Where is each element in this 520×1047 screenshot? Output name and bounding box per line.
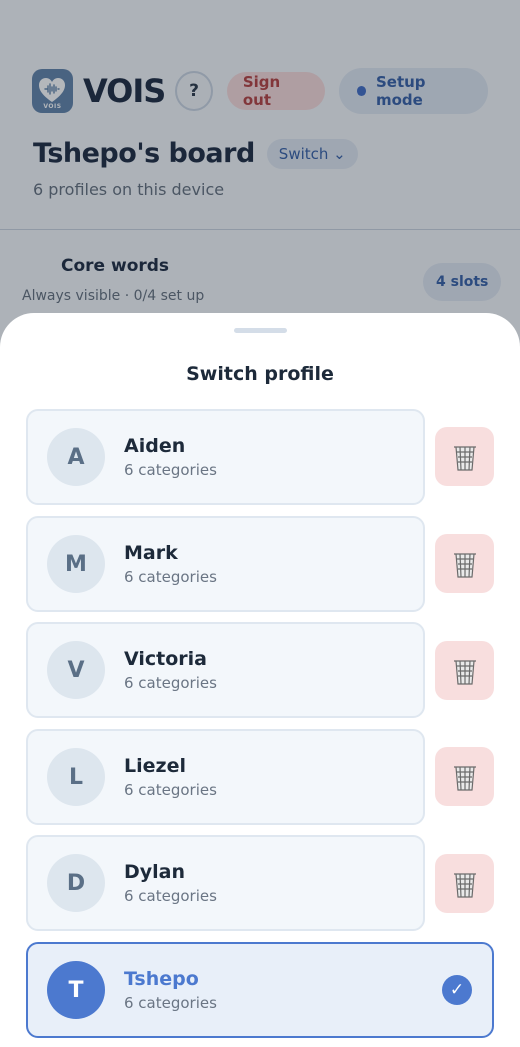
trash-icon bbox=[453, 872, 476, 898]
profile-categories: 6 categories bbox=[124, 781, 217, 799]
profile-text: Aiden 6 categories bbox=[124, 435, 217, 479]
profile-categories: 6 categories bbox=[124, 461, 217, 479]
profile-text: Victoria 6 categories bbox=[124, 648, 217, 692]
delete-profile-button-mark[interactable] bbox=[435, 534, 494, 593]
profile-name: Aiden bbox=[124, 435, 186, 457]
avatar: D bbox=[47, 854, 105, 912]
switch-profile-sheet: Switch profile A Aiden 6 categories M Ma… bbox=[0, 313, 520, 1047]
profile-name: Victoria bbox=[124, 648, 207, 670]
trash-icon bbox=[453, 552, 476, 578]
profile-text: Tshepo 6 categories bbox=[124, 968, 217, 1012]
avatar: T bbox=[47, 961, 105, 1019]
profile-row-aiden[interactable]: A Aiden 6 categories bbox=[26, 409, 425, 505]
trash-icon bbox=[453, 445, 476, 471]
sheet-title: Switch profile bbox=[186, 363, 334, 385]
avatar: V bbox=[47, 641, 105, 699]
avatar: A bbox=[47, 428, 105, 486]
trash-icon bbox=[453, 659, 476, 685]
trash-icon bbox=[453, 765, 476, 791]
checkmark-icon: ✓ bbox=[442, 975, 472, 1005]
profile-text: Liezel 6 categories bbox=[124, 755, 217, 799]
profile-categories: 6 categories bbox=[124, 674, 217, 692]
delete-profile-button-liezel[interactable] bbox=[435, 747, 494, 806]
profile-name: Tshepo bbox=[124, 968, 199, 990]
sheet-drag-handle[interactable] bbox=[234, 328, 287, 333]
profile-name: Dylan bbox=[124, 861, 186, 883]
profile-text: Mark 6 categories bbox=[124, 542, 217, 586]
profile-row-liezel[interactable]: L Liezel 6 categories bbox=[26, 729, 425, 825]
delete-profile-button-dylan[interactable] bbox=[435, 854, 494, 913]
delete-profile-button-aiden[interactable] bbox=[435, 427, 494, 486]
avatar: L bbox=[47, 748, 105, 806]
profile-name: Liezel bbox=[124, 755, 186, 777]
profile-categories: 6 categories bbox=[124, 994, 217, 1012]
delete-profile-button-victoria[interactable] bbox=[435, 641, 494, 700]
profile-row-victoria[interactable]: V Victoria 6 categories bbox=[26, 622, 425, 718]
profile-text: Dylan 6 categories bbox=[124, 861, 217, 905]
profile-row-tshepo[interactable]: T Tshepo 6 categories ✓ bbox=[26, 942, 494, 1038]
profile-categories: 6 categories bbox=[124, 887, 217, 905]
profile-row-mark[interactable]: M Mark 6 categories bbox=[26, 516, 425, 612]
avatar: M bbox=[47, 535, 105, 593]
profile-categories: 6 categories bbox=[124, 568, 217, 586]
profile-name: Mark bbox=[124, 542, 178, 564]
profile-row-dylan[interactable]: D Dylan 6 categories bbox=[26, 835, 425, 931]
